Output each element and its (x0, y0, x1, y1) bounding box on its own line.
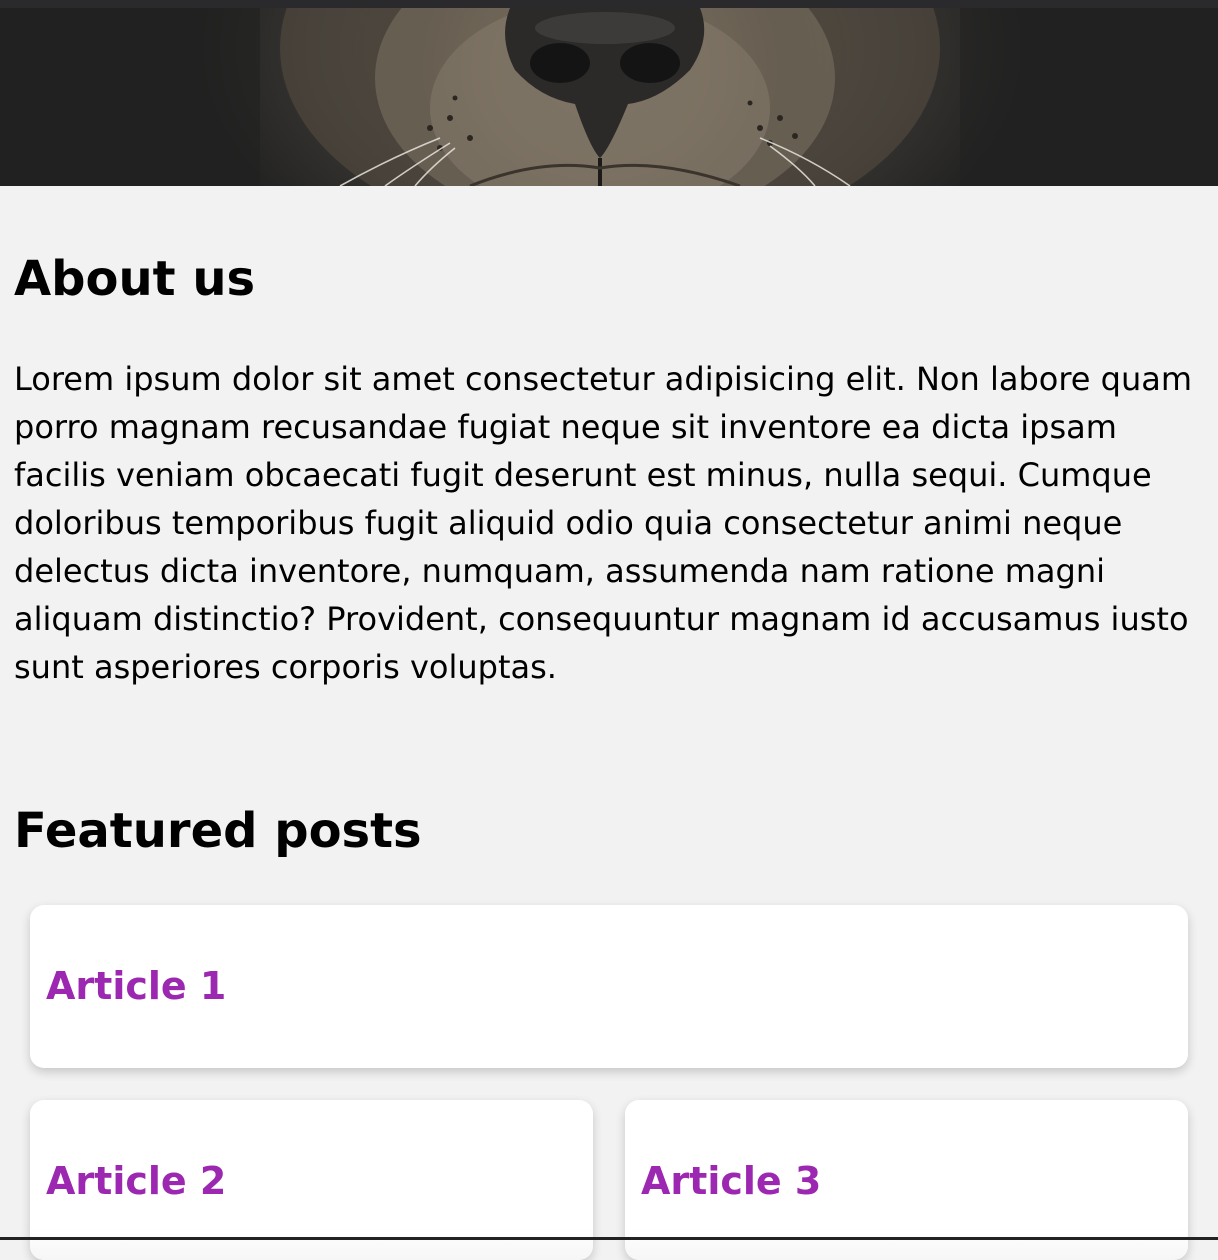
article-title-link[interactable]: Article 3 (641, 1158, 821, 1204)
about-paragraph: Lorem ipsum dolor sit amet consectetur a… (14, 360, 1193, 686)
hero-image (0, 8, 1218, 186)
browser-top-edge (0, 0, 1218, 8)
article-card-2[interactable]: Article 2 (30, 1100, 593, 1260)
lion-nose-illustration (0, 8, 1218, 186)
featured-posts-heading: Featured posts (14, 803, 422, 859)
article-title-link[interactable]: Article 2 (46, 1158, 226, 1204)
article-card-3[interactable]: Article 3 (625, 1100, 1188, 1260)
article-title-link[interactable]: Article 1 (46, 963, 226, 1009)
article-card-1[interactable]: Article 1 (30, 905, 1188, 1068)
about-heading: About us (14, 251, 256, 307)
